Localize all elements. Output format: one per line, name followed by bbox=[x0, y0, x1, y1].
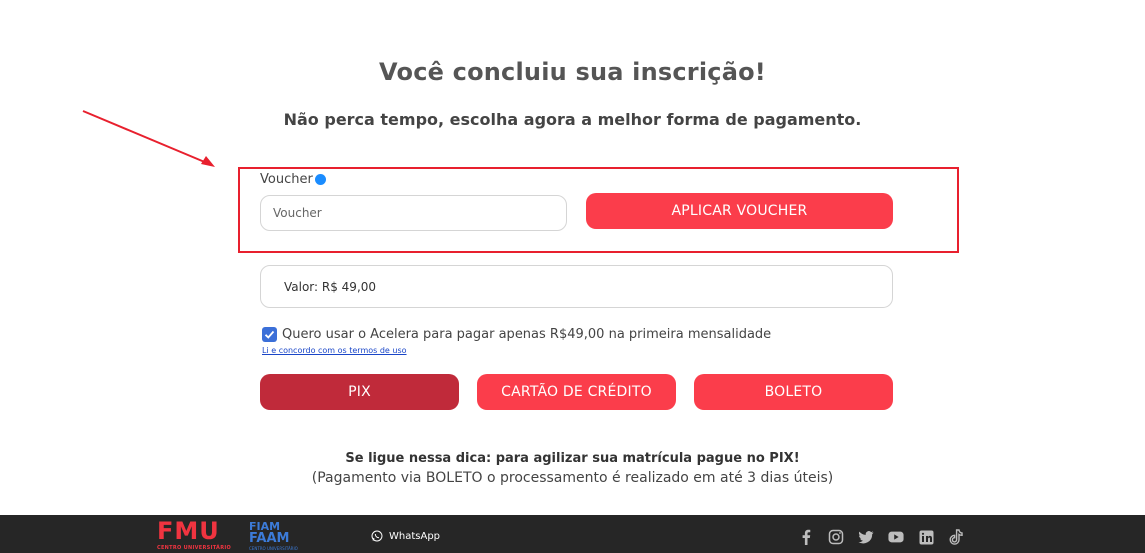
checkmark-icon bbox=[264, 330, 275, 339]
instagram-icon[interactable] bbox=[828, 529, 844, 545]
faam-logo-subtitle: CENTRO UNIVERSITÁRIO bbox=[249, 546, 298, 551]
annotation-arrow-icon bbox=[82, 110, 215, 167]
facebook-icon[interactable] bbox=[798, 529, 814, 545]
fmu-logo[interactable]: FMU bbox=[157, 519, 220, 543]
apply-voucher-button[interactable]: APLICAR VOUCHER bbox=[586, 193, 893, 229]
info-icon[interactable] bbox=[314, 174, 326, 185]
acelera-option[interactable]: Quero usar o Acelera para pagar apenas R… bbox=[262, 327, 771, 342]
youtube-icon[interactable] bbox=[888, 529, 904, 545]
social-links bbox=[798, 529, 964, 545]
credit-card-button[interactable]: CARTÃO DE CRÉDITO bbox=[477, 374, 676, 410]
fmu-logo-subtitle: CENTRO UNIVERSITÁRIO bbox=[157, 545, 232, 551]
pix-button[interactable]: PIX bbox=[260, 374, 459, 410]
pix-tip: Se ligue nessa dica: para agilizar sua m… bbox=[345, 451, 800, 466]
boleto-button[interactable]: BOLETO bbox=[694, 374, 893, 410]
tiktok-icon[interactable] bbox=[948, 529, 964, 545]
linkedin-icon[interactable] bbox=[918, 529, 934, 545]
voucher-input[interactable] bbox=[260, 195, 567, 231]
page-title: Você concluiu sua inscrição! bbox=[379, 58, 766, 86]
boleto-note: (Pagamento via BOLETO o processamento é … bbox=[311, 470, 834, 486]
faam-logo[interactable]: FAAM bbox=[249, 532, 289, 545]
voucher-label-text: Voucher bbox=[260, 172, 313, 187]
acelera-checkbox[interactable] bbox=[262, 327, 277, 342]
whatsapp-icon bbox=[371, 530, 383, 542]
whatsapp-link[interactable]: WhatsApp bbox=[371, 530, 440, 542]
voucher-label: Voucher bbox=[260, 172, 326, 187]
valor-field: Valor: R$ 49,00 bbox=[260, 265, 893, 308]
whatsapp-label: WhatsApp bbox=[389, 530, 441, 542]
twitter-icon[interactable] bbox=[858, 529, 874, 545]
terms-of-use-link[interactable]: Li e concordo com os termos de uso bbox=[262, 346, 407, 355]
valor-text: Valor: R$ 49,00 bbox=[284, 279, 377, 294]
acelera-label: Quero usar o Acelera para pagar apenas R… bbox=[282, 327, 772, 342]
